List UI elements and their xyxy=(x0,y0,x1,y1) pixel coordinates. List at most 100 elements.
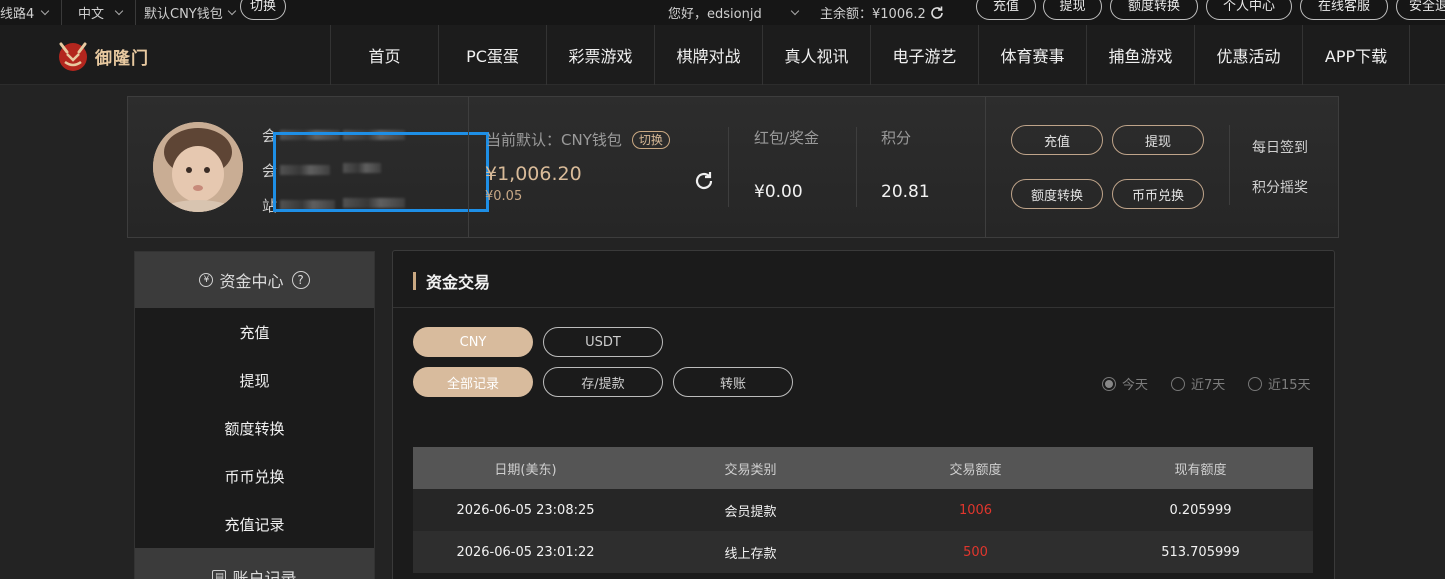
deposit-button[interactable]: 充值 xyxy=(976,0,1036,20)
sidebar-item-withdraw[interactable]: 提现 xyxy=(135,356,374,404)
chevron-down-icon xyxy=(227,6,236,16)
bonus-label: 红包/奖金 xyxy=(754,129,820,147)
line-selector[interactable]: 线路4 xyxy=(0,0,50,25)
table-header: 日期(美东) 交易类别 交易额度 现有额度 xyxy=(413,447,1313,489)
greeting-text: 您好，edsionjd xyxy=(668,7,762,22)
sidebar-section-account-records[interactable]: ▤ 账户记录 xyxy=(135,548,374,579)
greeting[interactable]: 您好，edsionjd xyxy=(668,0,799,25)
divider xyxy=(985,97,986,237)
main-nav: 御隆门 首页 PC蛋蛋 彩票游戏 棋牌对战 真人视讯 电子游艺 体育赛事 捕鱼游… xyxy=(0,25,1445,85)
refresh-icon[interactable] xyxy=(693,170,715,192)
language-label: 中文 xyxy=(78,7,105,22)
range-label: 近15天 xyxy=(1268,378,1311,393)
switch-wallet-badge[interactable]: 切换 xyxy=(631,130,670,149)
main-balance-text: 主余额：¥1006.2 xyxy=(820,7,926,22)
default-wallet-label: 当前默认：CNY钱包 xyxy=(486,131,622,149)
avatar-image xyxy=(153,122,243,212)
panel-title-text: 资金交易 xyxy=(426,273,491,292)
sidebar-item-deposit[interactable]: 充值 xyxy=(135,308,374,356)
radio-icon xyxy=(1248,376,1262,391)
profile-transfer-button[interactable]: 额度转换 xyxy=(1011,179,1103,209)
range-15-days[interactable]: 近15天 xyxy=(1248,374,1311,393)
divider xyxy=(1229,125,1230,205)
profile-coin-exchange-button[interactable]: 币币兑换 xyxy=(1112,179,1204,209)
column-header: 交易类别 xyxy=(724,462,777,478)
cell-amount: 500 xyxy=(963,544,988,560)
tab-cny[interactable]: CNY xyxy=(413,327,533,357)
default-wallet: 当前默认：CNY钱包 切换 xyxy=(486,129,670,150)
cell-balance: 513.705999 xyxy=(1161,544,1240,560)
switch-wallet-button[interactable]: 切换 xyxy=(240,0,286,20)
divider xyxy=(135,0,136,25)
tab-usdt[interactable]: USDT xyxy=(543,327,663,357)
tab-all-records[interactable]: 全部记录 xyxy=(413,367,533,397)
sidebar-item-deposit-records[interactable]: 充值记录 xyxy=(135,500,374,548)
sidebar-header: ¥ 资金中心 ? xyxy=(135,252,374,308)
balance-value: ¥1,006.20 xyxy=(485,163,582,185)
refresh-icon[interactable] xyxy=(929,5,945,21)
range-7-days[interactable]: 近7天 xyxy=(1171,374,1225,393)
table-row: 2026-06-05 23:01:22 线上存款 500 513.705999 xyxy=(413,531,1313,573)
tab-transfer[interactable]: 转账 xyxy=(673,367,793,397)
fund-center-sidebar: ¥ 资金中心 ? 充值 提现 额度转换 币币兑换 充值记录 ▤ 账户记录 xyxy=(134,251,375,579)
chevron-down-icon xyxy=(41,6,50,16)
tab-deposit-withdraw[interactable]: 存/提款 xyxy=(543,367,663,397)
column-header: 日期(美东) xyxy=(494,462,557,478)
selection-highlight xyxy=(273,132,489,212)
title-accent-bar xyxy=(413,272,416,290)
nav-promotions[interactable]: 优惠活动 xyxy=(1194,25,1302,85)
divider xyxy=(728,127,729,207)
yen-icon: ¥ xyxy=(199,273,214,287)
transactions-table: 日期(美东) 交易类别 交易额度 现有额度 2026-06-05 23:08:2… xyxy=(413,447,1313,573)
security-exit-button[interactable]: 安全退 xyxy=(1396,0,1445,20)
sidebar-item-coin-exchange[interactable]: 币币兑换 xyxy=(135,452,374,500)
panel-title: 资金交易 xyxy=(413,269,490,293)
chevron-down-icon xyxy=(790,6,799,16)
divider xyxy=(468,97,469,237)
top-bar: 线路4 中文 默认CNY钱包 切换 您好，edsionjd 主余额：¥1006.… xyxy=(0,0,1445,25)
help-icon[interactable]: ? xyxy=(291,271,310,289)
range-today[interactable]: 今天 xyxy=(1102,374,1148,393)
nav-live[interactable]: 真人视讯 xyxy=(762,25,870,85)
nav-pc-egg[interactable]: PC蛋蛋 xyxy=(438,25,546,85)
cell-balance: 0.205999 xyxy=(1169,502,1232,518)
nav-home[interactable]: 首页 xyxy=(330,25,438,85)
cell-type: 会员提款 xyxy=(724,504,777,520)
divider xyxy=(856,127,857,207)
balance-sub-value: ¥0.05 xyxy=(485,189,523,204)
cell-date: 2026-06-05 23:01:22 xyxy=(456,544,595,560)
points-lottery-link[interactable]: 积分摇奖 xyxy=(1252,177,1308,197)
user-center-button[interactable]: 个人中心 xyxy=(1206,0,1292,20)
profile-withdraw-button[interactable]: 提现 xyxy=(1112,125,1204,155)
avatar[interactable] xyxy=(153,122,243,212)
wallet-selector[interactable]: 默认CNY钱包 xyxy=(144,0,236,25)
nav-app-download[interactable]: APP下载 xyxy=(1302,25,1410,85)
cell-date: 2026-06-05 23:08:25 xyxy=(456,502,595,518)
range-label: 今天 xyxy=(1122,378,1149,393)
fund-transactions-panel: 资金交易 CNY USDT 全部记录 存/提款 转账 今天 近7天 近15天 日… xyxy=(392,250,1335,579)
cell-type: 线上存款 xyxy=(724,546,777,562)
nav-sports[interactable]: 体育赛事 xyxy=(978,25,1086,85)
nav-chess[interactable]: 棋牌对战 xyxy=(654,25,762,85)
transfer-button[interactable]: 额度转换 xyxy=(1110,0,1198,20)
range-label: 近7天 xyxy=(1191,378,1226,393)
profile-deposit-button[interactable]: 充值 xyxy=(1011,125,1103,155)
logo[interactable]: 御隆门 xyxy=(55,38,150,74)
divider xyxy=(393,307,1334,308)
divider xyxy=(61,0,62,25)
radio-icon xyxy=(1171,376,1185,391)
withdraw-button[interactable]: 提现 xyxy=(1043,0,1102,20)
wallet-default-label: 默认CNY钱包 xyxy=(144,7,223,22)
nav-fishing[interactable]: 捕鱼游戏 xyxy=(1086,25,1194,85)
nav-slots[interactable]: 电子游艺 xyxy=(870,25,978,85)
sidebar-item-transfer[interactable]: 额度转换 xyxy=(135,404,374,452)
customer-service-button[interactable]: 在线客服 xyxy=(1300,0,1388,20)
main-balance: 主余额：¥1006.2 xyxy=(820,0,945,25)
bonus-value: ¥0.00 xyxy=(754,182,803,202)
profile-card: 会 会 站 当前默认：CNY钱包 切换 ¥1,006.20 ¥0.05 红包/奖… xyxy=(127,96,1339,238)
brand-logo-icon xyxy=(59,42,87,71)
daily-checkin-link[interactable]: 每日签到 xyxy=(1252,137,1308,157)
language-selector[interactable]: 中文 xyxy=(78,0,124,25)
nav-lottery[interactable]: 彩票游戏 xyxy=(546,25,654,85)
points-label: 积分 xyxy=(881,129,912,147)
